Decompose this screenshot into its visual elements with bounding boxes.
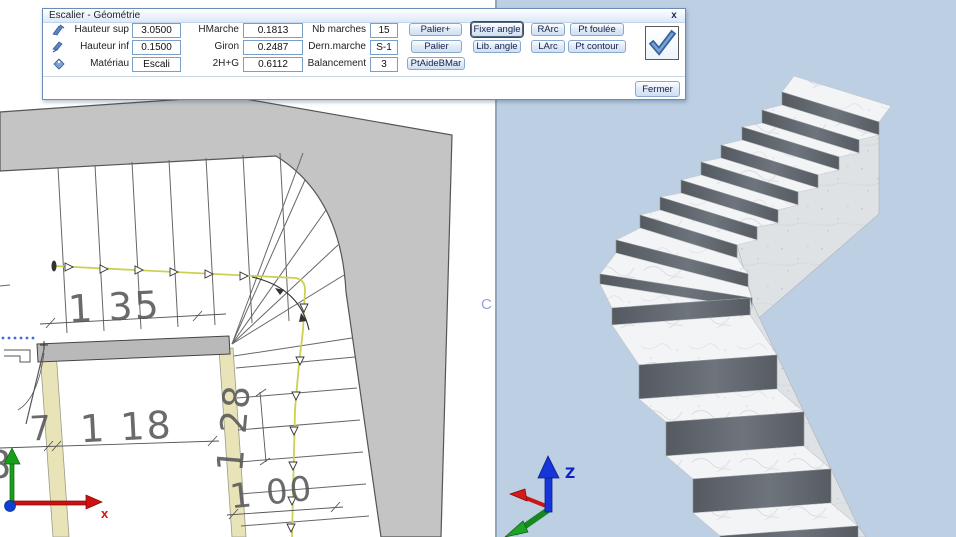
palier-button[interactable]: Palier xyxy=(411,40,462,53)
hmarche-label: HMarche xyxy=(181,23,239,36)
pt-foulee-button[interactable]: Pt foulée xyxy=(570,23,624,36)
dim-118: 1 18 xyxy=(79,403,174,452)
dialog-title: Escalier - Géométrie xyxy=(43,9,685,23)
x-axis-arrow xyxy=(12,501,88,505)
nb-marches-field[interactable]: 15 xyxy=(370,23,398,38)
materiau-label: Matériau xyxy=(61,57,129,70)
dim-7: 7 xyxy=(29,408,53,449)
close-icon[interactable]: x xyxy=(667,9,681,22)
checkmark-icon xyxy=(646,27,678,59)
lintel xyxy=(37,336,230,362)
y-axis-arrow xyxy=(10,462,14,505)
confirm-button[interactable] xyxy=(645,26,679,60)
dim-128: 1 28 xyxy=(210,382,259,473)
x-axis-label: x xyxy=(101,506,109,521)
stair-geometry-dialog: Escalier - Géométrie x Hauteur sup 3.050… xyxy=(42,8,686,100)
larc-button[interactable]: LArc xyxy=(531,40,565,53)
walking-line-start xyxy=(52,261,57,272)
label-c: C xyxy=(481,296,492,313)
dim-135: 1 35 xyxy=(67,283,162,332)
z-axis-label: Z xyxy=(565,466,575,482)
hmarche-field[interactable]: 0.1813 xyxy=(243,23,303,38)
z-axis-arrow xyxy=(545,474,552,512)
nb-marches-label: Nb marches xyxy=(295,23,366,36)
fermer-button[interactable]: Fermer xyxy=(635,81,680,97)
rarc-button[interactable]: RArc xyxy=(531,23,565,36)
stair-steps xyxy=(600,76,891,537)
hauteur-sup-field[interactable]: 3.0500 xyxy=(132,23,181,38)
pt-contour-button[interactable]: Pt contour xyxy=(568,40,626,53)
lib-angle-button[interactable]: Lib. angle xyxy=(473,40,521,53)
dialog-separator xyxy=(43,76,685,77)
view3d-axis-gizmo: Z xyxy=(505,456,575,537)
hauteur-inf-label: Hauteur inf xyxy=(61,40,129,53)
axis-origin-dot xyxy=(5,501,16,512)
balancement-field[interactable]: 3 xyxy=(370,57,398,72)
dern-marche-field[interactable]: S-1 xyxy=(370,40,398,55)
palier-plus-button[interactable]: Palier+ xyxy=(409,23,462,36)
dern-marche-label: Dern.marche xyxy=(295,40,366,53)
balancement-label: Balancement xyxy=(295,57,366,70)
giron-field[interactable]: 0.2487 xyxy=(243,40,303,55)
deuxhg-label: 2H+G xyxy=(181,57,239,70)
reference-dots xyxy=(2,337,35,340)
pt-aide-bmar-button[interactable]: PtAideBMar xyxy=(407,57,465,70)
hauteur-sup-label: Hauteur sup xyxy=(61,23,129,36)
giron-label: Giron xyxy=(181,40,239,53)
deuxhg-field[interactable]: 0.6112 xyxy=(243,57,303,72)
app-window: 1 35 1 18 7 1 28 1 00 8 xyxy=(0,0,956,537)
fixer-angle-button[interactable]: Fixer angle xyxy=(471,22,523,37)
materiau-field[interactable]: Escali xyxy=(132,57,181,72)
hauteur-inf-field[interactable]: 0.1500 xyxy=(132,40,181,55)
dim-8-partial: 8 xyxy=(0,443,11,487)
